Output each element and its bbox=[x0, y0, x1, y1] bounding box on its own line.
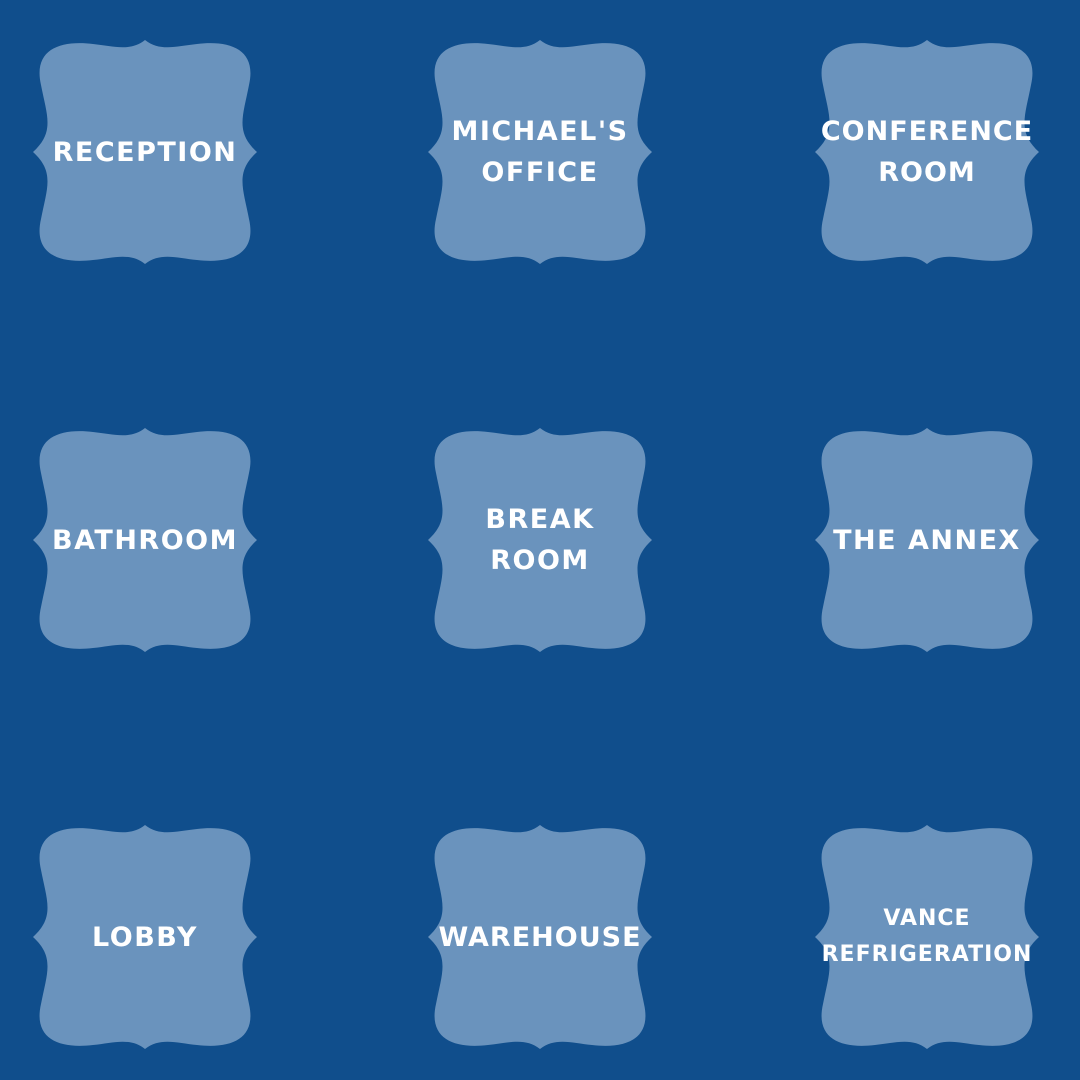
room-tile-michaels-office[interactable]: MICHAEL'S OFFICE bbox=[428, 40, 652, 264]
room-tile-lobby[interactable]: LOBBY bbox=[33, 825, 257, 1049]
room-label: CONFERENCE ROOM bbox=[815, 40, 1039, 264]
room-label: BREAK ROOM bbox=[428, 428, 652, 652]
room-label-line1: VANCE bbox=[883, 906, 971, 931]
room-label-line1: WAREHOUSE bbox=[438, 921, 642, 953]
room-label: THE ANNEX bbox=[815, 428, 1039, 652]
room-label-line2: ROOM bbox=[878, 157, 976, 188]
room-tile-conference-room[interactable]: CONFERENCE ROOM bbox=[815, 40, 1039, 264]
room-label-line2: OFFICE bbox=[481, 157, 599, 188]
room-label: BATHROOM bbox=[33, 428, 257, 652]
room-label: WAREHOUSE bbox=[428, 825, 652, 1049]
room-tile-break-room[interactable]: BREAK ROOM bbox=[428, 428, 652, 652]
room-label-line2: ROOM bbox=[490, 545, 590, 576]
room-label-line2: REFRIGERATION bbox=[821, 942, 1033, 967]
room-label-line1: LOBBY bbox=[92, 921, 198, 953]
room-label: MICHAEL'S OFFICE bbox=[428, 40, 652, 264]
room-label-line1: CONFERENCE bbox=[820, 116, 1034, 147]
room-tile-bathroom[interactable]: BATHROOM bbox=[33, 428, 257, 652]
room-label-line1: THE ANNEX bbox=[833, 524, 1021, 556]
room-tile-reception[interactable]: RECEPTION bbox=[33, 40, 257, 264]
room-label-line1: BREAK bbox=[485, 504, 595, 535]
room-label-line1: RECEPTION bbox=[52, 136, 238, 168]
room-tile-warehouse[interactable]: WAREHOUSE bbox=[428, 825, 652, 1049]
room-tile-the-annex[interactable]: THE ANNEX bbox=[815, 428, 1039, 652]
room-label-line1: MICHAEL'S bbox=[451, 116, 629, 147]
room-tile-vance-refrigeration[interactable]: VANCE REFRIGERATION bbox=[815, 825, 1039, 1049]
room-label: RECEPTION bbox=[33, 40, 257, 264]
room-label: LOBBY bbox=[33, 825, 257, 1049]
room-label-line1: BATHROOM bbox=[52, 524, 238, 556]
room-label: VANCE REFRIGERATION bbox=[815, 825, 1039, 1049]
